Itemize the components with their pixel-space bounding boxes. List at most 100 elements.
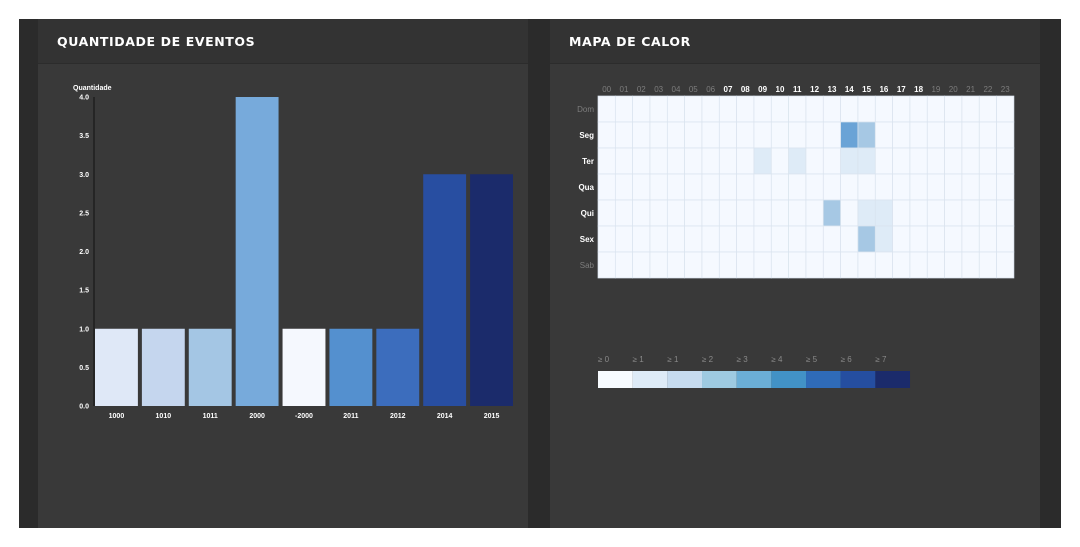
heatmap-cell: [753, 199, 772, 227]
hour-label: 19: [931, 85, 940, 94]
heatmap-cell: [892, 95, 911, 123]
heatmap-cell: [666, 199, 685, 227]
heatmap-cell: [978, 95, 997, 123]
heatmap-cell: [684, 225, 703, 253]
hour-label: 20: [949, 85, 958, 94]
heatmap-cell: [840, 251, 859, 279]
heatmap-cell: [736, 225, 755, 253]
heatmap-cell: [996, 173, 1015, 201]
heatmap-cell: [840, 121, 859, 149]
hour-label: 00: [602, 85, 611, 94]
heatmap-cell: [822, 173, 841, 201]
heatmap-cell: [961, 173, 980, 201]
hour-label: 22: [983, 85, 992, 94]
heatmap-cell: [649, 95, 668, 123]
events-count-panel: QUANTIDADE DE EVENTOS Quantidade 0.0 0.5 1.…: [38, 19, 528, 528]
hour-label: 07: [724, 85, 733, 94]
day-label: Dom: [577, 105, 594, 114]
heatmap-cell: [632, 121, 651, 149]
bar: [188, 328, 232, 406]
heatmap-cell: [614, 121, 634, 149]
heatmap-cell: [632, 173, 651, 201]
heatmap-cell: [926, 147, 945, 175]
heatmap-cell: [753, 147, 772, 175]
heatmap-cell: [961, 147, 980, 175]
legend-swatch: [667, 371, 703, 388]
heatmap-cell: [701, 199, 720, 227]
heatmap-cell: [632, 147, 651, 175]
heatmap-cell: [597, 147, 616, 175]
heatmap-cell: [805, 121, 824, 149]
y-axis-label: Quantidade: [73, 85, 112, 92]
heatmap-cell: [736, 251, 755, 279]
heatmap-cell: [961, 199, 980, 227]
heatmap-cell: [614, 173, 634, 201]
heatmap-cell: [978, 121, 997, 149]
x-tick-label: 1010: [156, 413, 172, 420]
panel-title: QUANTIDADE DE EVENTOS: [57, 34, 256, 49]
heatmap-cell: [666, 147, 685, 175]
heatmap-cell: [770, 121, 789, 149]
heatmap-cell: [684, 95, 703, 123]
heatmap-cell: [961, 121, 980, 149]
heatmap-cell: [614, 147, 634, 175]
legend-label: ≥ 3: [737, 355, 749, 364]
x-tick-label: -2000: [295, 413, 313, 420]
x-tick-label: 2015: [484, 413, 500, 420]
heatmap-cell: [944, 121, 963, 149]
heatmap-cell: [788, 173, 807, 201]
legend-label: ≥ 4: [771, 355, 783, 364]
heatmap-cell: [614, 199, 634, 227]
x-tick-label: 2011: [343, 413, 358, 420]
day-label: Ter: [582, 157, 594, 166]
heatmap-cell: [822, 147, 841, 175]
day-label: Sab: [580, 261, 595, 270]
heatmap-cell: [909, 121, 928, 149]
hour-label: 18: [914, 85, 923, 94]
bar-chart: Quantidade 0.0 0.5 1.0 1.5 2.0 2.5 3.0 3.5 4.0 100…: [73, 85, 513, 420]
heatmap-cell: [701, 95, 720, 123]
heatmap-cell: [926, 225, 945, 253]
legend-swatch: [632, 371, 668, 388]
heatmap-cell: [718, 251, 737, 279]
heatmap-cell: [805, 199, 824, 227]
heatmap-cell: [649, 147, 668, 175]
legend-swatch: [598, 371, 633, 388]
legend-swatch: [806, 371, 841, 388]
x-tick-label: 1011: [203, 413, 218, 420]
legend-swatch: [702, 371, 737, 388]
heatmap-cell: [926, 95, 945, 123]
heatmap-cell: [788, 251, 807, 279]
heatmap-cell: [788, 225, 807, 253]
heatmap-cell: [788, 121, 807, 149]
heatmap-cell: [632, 95, 651, 123]
hour-label: 16: [879, 85, 888, 94]
heatmap-cell: [909, 173, 928, 201]
bar: [423, 174, 467, 406]
heatmap-cell: [822, 251, 841, 279]
heatmap-cell: [978, 225, 997, 253]
panel-header: MAPA DE CALOR: [550, 19, 1040, 64]
hour-label: 03: [654, 85, 663, 94]
heatmap-cell: [701, 251, 720, 279]
heatmap-cell: [805, 173, 824, 201]
heatmap-cell: [874, 251, 893, 279]
heatmap-cell: [753, 225, 772, 253]
heatmap-cell: [666, 173, 685, 201]
bar: [470, 174, 513, 406]
hour-label: 01: [620, 85, 629, 94]
heatmap-cell: [788, 95, 807, 123]
heatmap-cell: [996, 199, 1015, 227]
x-tick-label: 1000: [109, 413, 125, 420]
legend-swatch: [840, 371, 876, 388]
heatmap-chart: 00 01 02 03 04 05 06 07 08 09 10 11 12 13 14 15 16 17 18 19…: [577, 85, 1015, 388]
hour-label: 04: [672, 85, 681, 94]
heatmap-cell: [718, 95, 737, 123]
heatmap-cell: [770, 251, 789, 279]
heatmap-cell: [892, 121, 911, 149]
heatmap-cell: [978, 251, 997, 279]
heatmap-cell: [614, 251, 634, 279]
heatmap-cell: [753, 173, 772, 201]
heatmap-cell: [909, 95, 928, 123]
heatmap-cell: [753, 251, 772, 279]
